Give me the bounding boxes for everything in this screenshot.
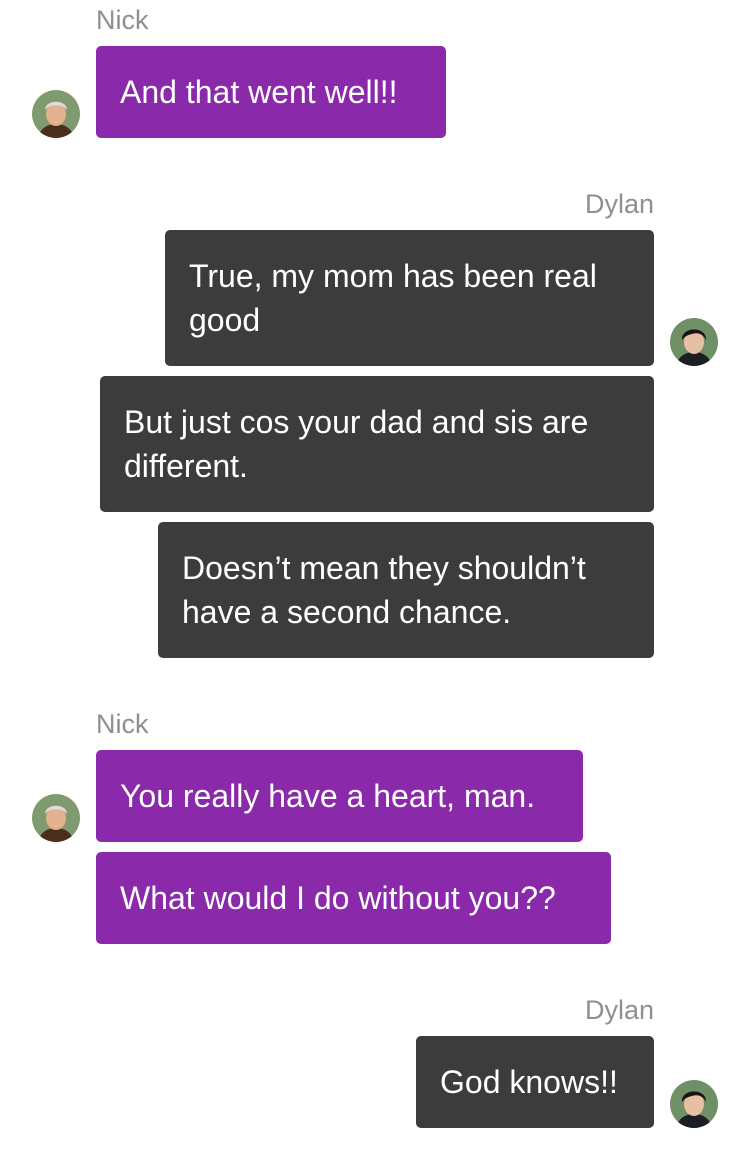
message-bubble-dylan[interactable]: But just cos your dad and sis are differ… (100, 376, 654, 512)
dylan-avatar-icon (670, 318, 718, 366)
sender-label-dylan: Dylan (584, 189, 654, 219)
dylan-avatar[interactable] (670, 1080, 718, 1128)
sender-label-dylan: Dylan (584, 995, 654, 1025)
message-bubble-dylan[interactable]: Doesn’t mean they shouldn’t have a secon… (158, 522, 654, 658)
sender-label-nick: Nick (96, 5, 149, 35)
nick-avatar[interactable] (32, 90, 80, 138)
nick-avatar[interactable] (32, 794, 80, 842)
dylan-avatar-icon (670, 1080, 718, 1128)
message-bubble-dylan[interactable]: True, my mom has been real good (165, 230, 654, 366)
message-bubble-dylan[interactable]: God knows!! (416, 1036, 654, 1128)
nick-avatar-icon (32, 90, 80, 138)
nick-avatar-icon (32, 794, 80, 842)
message-bubble-nick[interactable]: You really have a heart, man. (96, 750, 583, 842)
sender-label-nick: Nick (96, 709, 149, 739)
message-bubble-nick[interactable]: What would I do without you?? (96, 852, 611, 944)
message-bubble-nick[interactable]: And that went well!! (96, 46, 446, 138)
dylan-avatar[interactable] (670, 318, 718, 366)
